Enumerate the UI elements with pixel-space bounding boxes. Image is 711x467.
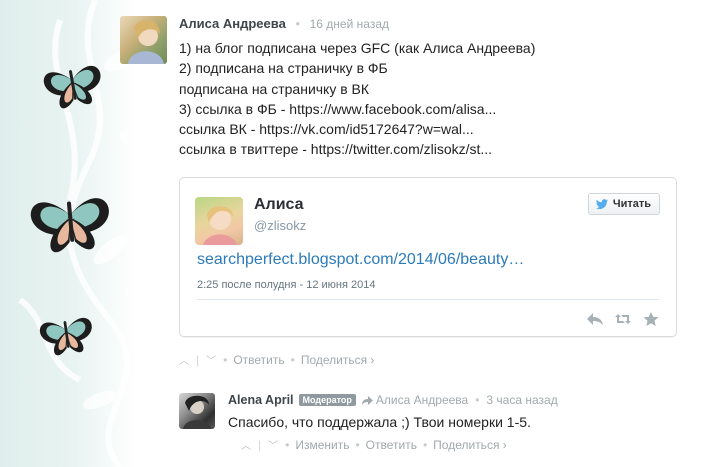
reply-link[interactable]: Ответить [366,438,417,452]
comment-time[interactable]: 16 дней назад [310,17,389,31]
downvote-icon[interactable]: ﹀ [267,437,279,452]
separator-dot: • [285,437,290,452]
avatar[interactable] [179,393,215,429]
tweet-link[interactable]: searchperfect.blogspot.com/2014/06/beaut… [197,251,524,269]
comment-header: Алиса Андреева • 16 дней назад [179,16,389,31]
comment-time[interactable]: 3 часа назад [486,393,557,407]
comment-body: 1) на блог подписана через GFC (как Алис… [179,38,535,160]
comment-line: 1) на блог подписана через GFC (как Алис… [179,40,536,56]
comment-author[interactable]: Алиса Андреева [179,16,286,31]
divider: | [258,437,262,452]
comment-line: подписана на страничку в ВК [179,80,370,97]
comment-header: Alena April Модератор Алиса Андреева • 3… [228,393,558,407]
separator-dot: • [295,16,300,31]
separator-dot: • [422,437,428,452]
separator-dot: • [355,437,360,452]
tweet-date[interactable]: 2:25 после полудня - 12 июня 2014 [197,279,376,291]
edit-link[interactable]: Изменить [295,438,349,452]
tweet-author-handle[interactable]: @zlisokz [254,218,306,233]
separator-dot: • [223,352,228,367]
butterfly-decoration [18,0,155,467]
reply-link[interactable]: Ответить [233,353,284,367]
comment-actions: ︿ | ﹀ • Ответить • Поделиться › [178,352,375,368]
comment-body: Спасибо, что поддержала ;) Твои номерки … [228,414,531,430]
reply-to-name: Алиса Андреева [375,393,469,407]
follow-label: Читать [612,198,651,210]
embedded-tweet: Алиса @zlisokz Читать searchperfect.blog… [179,177,677,337]
separator-dot: • [475,393,480,407]
in-reply-to[interactable]: Алиса Андреева [361,393,469,407]
comment-line: 3) ссылка в ФБ - https://www.facebook.co… [179,100,497,117]
follow-button[interactable]: Читать [587,193,660,215]
tweet-author-name[interactable]: Алиса [254,196,304,214]
avatar[interactable] [120,16,167,64]
divider: | [196,352,200,367]
share-link[interactable]: Поделиться › [433,438,507,452]
downvote-icon[interactable]: ﹀ [205,352,217,367]
separator-dot: • [290,352,295,367]
decorative-background [0,0,170,467]
share-link[interactable]: Поделиться › [301,353,375,367]
comment-line: ссылка в твиттере - https://twitter.com/… [179,141,493,158]
user-photo-icon [128,20,164,64]
moderator-badge: Модератор [298,394,356,406]
favorite-star-icon[interactable] [642,311,660,327]
divider [197,299,659,300]
upvote-icon[interactable]: ︿ [178,352,190,367]
comment-line: ссылка ВК - https://vk.com/id5172647?w=w… [179,121,474,138]
comment-actions: ︿ | ﹀ • Изменить • Ответить • Поделиться… [240,437,507,453]
upvote-icon[interactable]: ︿ [240,437,252,452]
tweet-avatar[interactable] [195,197,243,245]
comment-line: 2) подписана на страничку в ФБ [179,60,388,77]
reply-icon[interactable] [586,311,604,327]
retweet-icon[interactable] [614,311,632,327]
child-photo-icon [203,206,237,245]
reply-arrow-icon [361,395,373,405]
twitter-bird-icon [595,198,608,209]
tweet-actions [586,311,660,327]
user-photo-icon [183,395,211,429]
comment-author[interactable]: Alena April [228,393,294,407]
